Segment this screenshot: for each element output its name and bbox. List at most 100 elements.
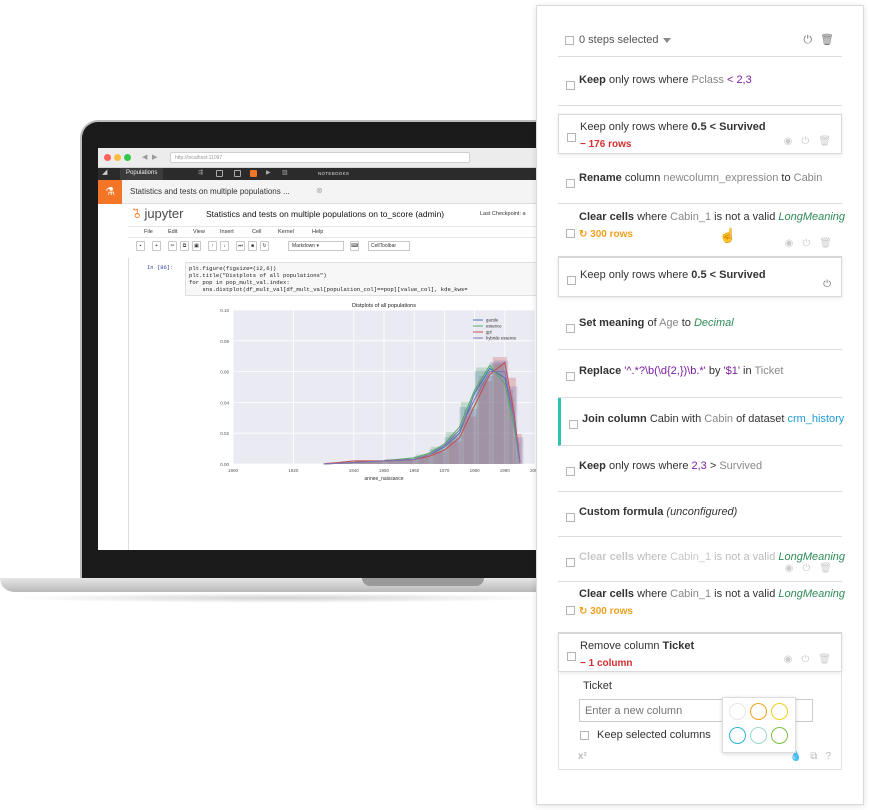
restart-icon[interactable]: ↻: [260, 241, 269, 251]
copy-cell-icon[interactable]: ⧉: [180, 241, 189, 251]
step-item[interactable]: Clear cells where Cabin_1 is not a valid…: [558, 537, 845, 582]
maximize-dot-icon[interactable]: [124, 154, 131, 161]
flow-icon[interactable]: ⇶: [198, 169, 205, 176]
trash-icon[interactable]: 🗑: [820, 34, 834, 46]
step-item[interactable]: Keep only rows where 0.5 < Survived ⏻: [558, 257, 842, 297]
paste-icon[interactable]: ▣: [192, 241, 201, 251]
menu-edit[interactable]: Edit: [168, 229, 177, 235]
color-swatch[interactable]: [750, 703, 767, 720]
step-text-part: Keep only rows where: [580, 121, 692, 133]
step-item[interactable]: Rename column newcolumn_expression to Ca…: [558, 157, 842, 204]
trash-icon[interactable]: 🗑: [818, 654, 831, 665]
power-icon[interactable]: ⏻: [823, 279, 831, 290]
close-dot-icon[interactable]: [104, 154, 111, 161]
close-tab-icon[interactable]: ⊗: [316, 186, 323, 195]
trash-icon[interactable]: 🗑: [818, 136, 831, 147]
eye-icon[interactable]: ◉: [784, 654, 793, 665]
menu-view[interactable]: View: [193, 229, 205, 235]
help-icon[interactable]: ?: [825, 751, 831, 762]
power-icon[interactable]: ⏻: [803, 34, 812, 46]
keep-selected-checkbox[interactable]: [580, 731, 589, 740]
move-up-icon[interactable]: ↑: [208, 241, 217, 251]
step-text-part: >: [706, 460, 720, 472]
cell-type-select[interactable]: Markdown ▾: [288, 241, 344, 251]
color-swatch[interactable]: [771, 727, 788, 744]
menu-cell[interactable]: Cell: [252, 229, 261, 235]
step-item[interactable]: Custom formula (unconfigured): [558, 492, 842, 537]
step-checkbox[interactable]: [567, 133, 576, 142]
step-item[interactable]: Clear cells where Cabin_1 is not a valid…: [558, 582, 845, 633]
step-checkbox[interactable]: [566, 324, 575, 333]
browser-url-bar[interactable]: http://localhost:11097: [170, 152, 470, 163]
step-item[interactable]: Keep only rows where Pclass < 2,3: [558, 60, 842, 106]
app-tab-populations[interactable]: Populations: [120, 168, 164, 180]
power-icon[interactable]: ⏻: [802, 238, 810, 249]
select-all-checkbox[interactable]: [565, 36, 574, 45]
keyboard-icon[interactable]: ⌨: [350, 241, 359, 251]
settings-icon[interactable]: [234, 170, 241, 177]
color-swatch[interactable]: [729, 703, 746, 720]
step-checkbox[interactable]: [569, 420, 578, 429]
color-swatch[interactable]: [750, 727, 767, 744]
power-icon[interactable]: ⏻: [802, 563, 810, 574]
step-checkbox[interactable]: [567, 651, 576, 661]
step-checkbox[interactable]: [566, 229, 575, 238]
step-checkbox[interactable]: [567, 276, 576, 285]
forward-arrow-icon[interactable]: ▶: [152, 153, 157, 161]
cut-icon[interactable]: ✂: [168, 241, 177, 251]
code-input[interactable]: plt.figure(figsize=(12,6)) plt.title("Dis…: [185, 262, 570, 296]
chart-icon[interactable]: ▥: [282, 169, 289, 176]
step-item[interactable]: Clear cells where Cabin_1 is not a valid…: [558, 205, 845, 257]
copy-icon[interactable]: ⧉: [810, 751, 817, 762]
step-description: Keep only rows where Pclass < 2,3: [579, 74, 752, 86]
step-item[interactable]: Join column Cabin with Cabin of dataset …: [558, 398, 844, 446]
notebook-title[interactable]: Statistics and tests on multiple populat…: [206, 209, 444, 219]
step-checkbox[interactable]: [566, 178, 575, 188]
power-icon[interactable]: ⏻: [801, 136, 809, 147]
step-checkbox[interactable]: [566, 557, 575, 567]
run-icon[interactable]: ⏭: [236, 241, 245, 251]
steps-selected-dropdown[interactable]: 0 steps selected: [579, 34, 671, 46]
color-swatch[interactable]: [729, 727, 746, 744]
add-cell-icon[interactable]: +: [152, 241, 161, 251]
step-description: Set meaning of Age to Decimal: [579, 317, 734, 329]
eye-icon[interactable]: ◉: [785, 238, 794, 249]
grid-icon[interactable]: [216, 170, 223, 177]
trash-icon[interactable]: 🗑: [819, 563, 832, 574]
color-swatch[interactable]: [771, 703, 788, 720]
code-line: plt.figure(figsize=(12,6)): [189, 265, 277, 272]
step-text-part: Pclass: [691, 74, 724, 86]
notebooks-label[interactable]: NOTEBOOKS: [318, 171, 349, 176]
step-checkbox[interactable]: [566, 81, 575, 90]
step-item[interactable]: Keep only rows where 2,3 > Survived: [558, 446, 842, 492]
minimize-dot-icon[interactable]: [114, 154, 121, 161]
notebook-tabstrip: ⚗ Statistics and tests on multiple popul…: [98, 180, 570, 204]
step-item[interactable]: Remove column Ticket − 1 column ◉ ⏻ 🗑: [558, 633, 842, 672]
menu-kernel[interactable]: Kernel: [278, 229, 294, 235]
eye-icon[interactable]: ◉: [784, 136, 793, 147]
celltoolbar-button[interactable]: CellToolbar: [368, 241, 410, 251]
step-item[interactable]: Set meaning of Age to Decimal: [558, 302, 842, 350]
trash-icon[interactable]: 🗑: [819, 238, 832, 249]
menu-file[interactable]: File: [144, 229, 153, 235]
step-checkbox[interactable]: [566, 605, 575, 615]
step-checkbox[interactable]: [566, 372, 575, 381]
back-arrow-icon[interactable]: ◀: [142, 153, 147, 161]
notebook-tab-title[interactable]: Statistics and tests on multiple populat…: [130, 187, 290, 196]
notebook-icon[interactable]: [250, 170, 257, 177]
formula-icon[interactable]: x²: [578, 751, 587, 762]
code-cell[interactable]: In [86]: plt.figure(figsize=(12,6)) plt.t…: [128, 258, 570, 550]
menu-help[interactable]: Help: [312, 229, 323, 235]
save-icon[interactable]: ▪: [136, 241, 145, 251]
play-icon[interactable]: ▶: [266, 169, 273, 176]
eye-icon[interactable]: ◉: [785, 563, 794, 574]
stop-icon[interactable]: ■: [248, 241, 257, 251]
step-checkbox[interactable]: [566, 467, 575, 476]
step-item[interactable]: Replace '^.*?\b(\d{2,})\b.*' by '$1' in …: [558, 350, 842, 398]
step-item[interactable]: Keep only rows where 0.5 < Survived − 176…: [558, 114, 842, 154]
steps-header: 0 steps selected ⏻ 🗑: [558, 27, 842, 57]
power-icon[interactable]: ⏻: [801, 654, 809, 665]
menu-insert[interactable]: Insert: [220, 229, 234, 235]
step-checkbox[interactable]: [566, 512, 575, 522]
move-down-icon[interactable]: ↓: [220, 241, 229, 251]
